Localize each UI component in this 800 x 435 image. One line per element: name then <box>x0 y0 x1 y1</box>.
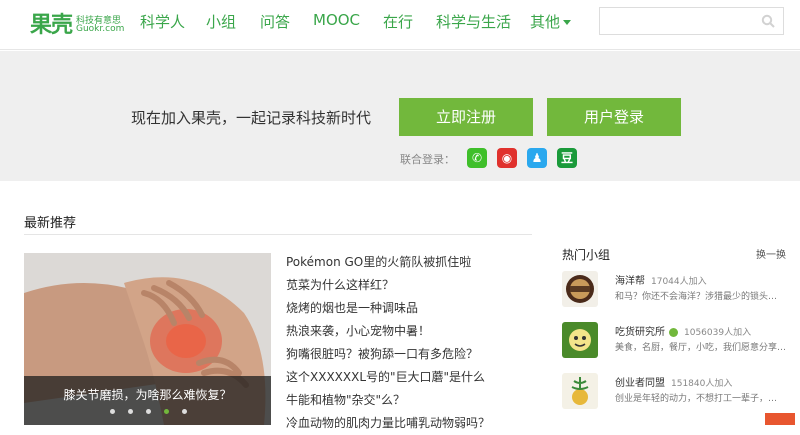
top-navigation-bar: 果壳 科技有意思 Guokr.com 科学人 小组 问答 MOOC 在行 科学与… <box>0 0 800 50</box>
search-input[interactable] <box>599 7 784 35</box>
register-button[interactable]: 立即注册 <box>399 98 533 136</box>
group-name: 吃货研究所 1056039人加入 <box>615 323 751 338</box>
news-item[interactable]: 烧烤的烟也是一种调味品 <box>286 297 526 320</box>
featured-slideshow[interactable]: 膝关节磨损，为啥那么难恢复？ <box>24 253 271 425</box>
nav-item-mooc[interactable]: MOOC <box>313 11 360 29</box>
news-item[interactable]: 狗嘴很脏吗？被狗舔一口有多危险？ <box>286 343 526 366</box>
nav-item-more[interactable]: 其他 <box>530 11 572 32</box>
nav-more-label: 其他 <box>530 13 561 31</box>
join-slogan: 现在加入果壳，一起记录科技新时代 <box>131 109 372 127</box>
joint-login-label: 联合登录： <box>400 153 455 166</box>
group-member-count: 151840人加入 <box>671 379 733 389</box>
group-description: 创业是年轻的动力，不想打工一辈子，… <box>615 394 778 404</box>
group-avatar[interactable] <box>562 271 598 307</box>
slide-caption[interactable]: 膝关节磨损，为啥那么难恢复？ <box>24 386 271 403</box>
logo-english: Guokr.com <box>76 24 125 34</box>
section-divider <box>24 234 532 235</box>
douban-login-icon[interactable]: 豆 <box>557 148 577 168</box>
feedback-tab[interactable] <box>765 413 795 425</box>
group-item[interactable]: 创业者同盟 151840人加入 创业是年轻的动力，不想打工一辈子，… <box>562 373 792 413</box>
group-item[interactable]: 吃货研究所 1056039人加入 美食，名厨，餐厅，小吃，我们愿意分享… <box>562 322 792 362</box>
group-member-count: 1056039人加入 <box>684 328 752 338</box>
verified-badge-icon <box>669 327 678 337</box>
news-item[interactable]: 牛能和植物"杂交"么？ <box>286 389 526 412</box>
slide-caption-bar: 膝关节磨损，为啥那么难恢复？ <box>24 376 271 425</box>
group-name: 海洋帮 17044人加入 <box>615 272 707 287</box>
news-item[interactable]: 苋菜为什么这样红？ <box>286 274 526 297</box>
swap-groups-link[interactable]: 换一换 <box>756 246 786 261</box>
join-banner: 现在加入果壳，一起记录科技新时代 立即注册 用户登录 联合登录： ✆ ◉ ♟ 豆 <box>0 51 800 181</box>
login-button[interactable]: 用户登录 <box>547 98 681 136</box>
latest-news-list: Pokémon GO里的火箭队被抓住啦 苋菜为什么这样红？ 烧烤的烟也是一种调味… <box>286 251 526 435</box>
guokr-logo[interactable]: 果壳 科技有意思 Guokr.com <box>30 7 125 38</box>
group-item[interactable]: 海洋帮 17044人加入 和马？你还不会海洋？涉猎最少的锁头… <box>562 271 792 311</box>
weibo-login-icon[interactable]: ◉ <box>497 148 517 168</box>
slide-dot[interactable] <box>110 409 115 414</box>
news-item[interactable]: 冷血动物的肌肉力量比哺乳动物弱吗？ <box>286 412 526 435</box>
group-avatar[interactable] <box>562 373 598 409</box>
nav-item-groups[interactable]: 小组 <box>206 11 236 32</box>
nav-item-qa[interactable]: 问答 <box>260 11 290 32</box>
group-description: 美食，名厨，餐厅，小吃，我们愿意分享… <box>615 343 787 353</box>
logo-chinese: 果壳 <box>30 13 73 38</box>
group-description: 和马？你还不会海洋？涉猎最少的锁头… <box>615 292 778 302</box>
group-name-text[interactable]: 创业者同盟 <box>615 378 665 389</box>
group-name-text[interactable]: 海洋帮 <box>615 276 645 287</box>
nav-item-science-and-life[interactable]: 科学与生活 <box>436 11 511 32</box>
slide-dot[interactable] <box>128 409 133 414</box>
chevron-down-icon <box>563 20 572 25</box>
slide-dot[interactable] <box>164 409 169 414</box>
wechat-login-icon[interactable]: ✆ <box>467 148 487 168</box>
latest-recommendations-heading: 最新推荐 <box>24 216 77 231</box>
group-avatar[interactable] <box>562 322 598 358</box>
news-item[interactable]: Pokémon GO里的火箭队被抓住啦 <box>286 251 526 274</box>
group-member-count: 17044人加入 <box>651 277 707 287</box>
news-item[interactable]: 这个XXXXXXL号的"巨大口蘑"是什么 <box>286 366 526 389</box>
nav-item-scientific-people[interactable]: 科学人 <box>140 11 185 32</box>
nav-item-zaihang[interactable]: 在行 <box>383 11 413 32</box>
search-icon[interactable] <box>761 14 775 28</box>
group-name-text[interactable]: 吃货研究所 <box>615 327 665 338</box>
qq-login-icon[interactable]: ♟ <box>527 148 547 168</box>
slide-dot[interactable] <box>182 409 187 414</box>
slide-dot[interactable] <box>146 409 151 414</box>
group-name: 创业者同盟 151840人加入 <box>615 374 732 389</box>
hot-groups-heading: 热门小组 <box>562 248 611 262</box>
news-item[interactable]: 热浪来袭，小心宠物中暑！ <box>286 320 526 343</box>
